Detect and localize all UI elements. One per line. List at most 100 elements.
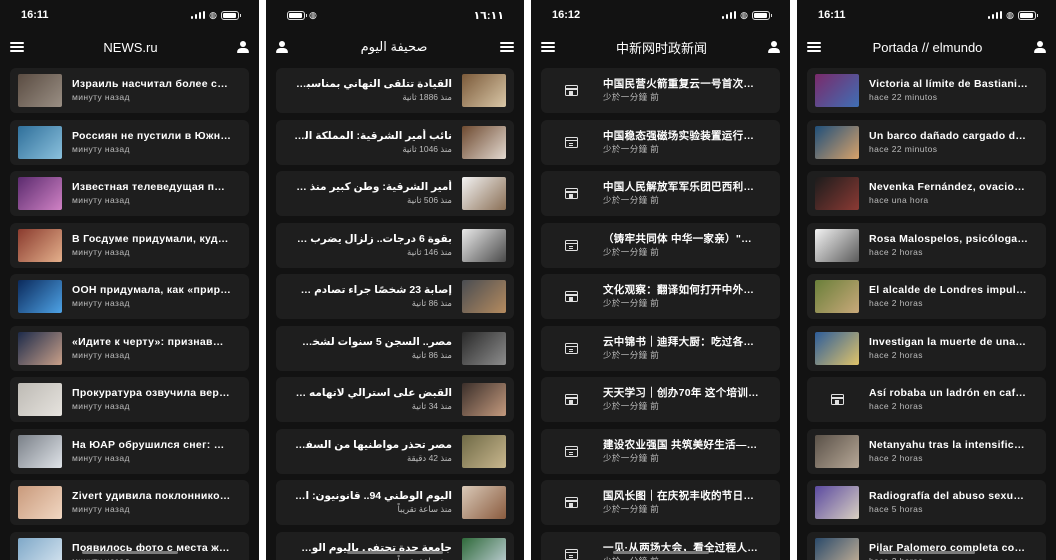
news-list-item[interactable]: В Госдуме придумали, куд… минуту назад [10,222,249,268]
news-list-item[interactable]: Rosa Malospelos, psicóloga:… hace 2 horas [807,222,1046,268]
news-headline: مصر.. السجن 5 سنوات لشخص عرض ا… [294,335,452,348]
home-indicator[interactable] [347,551,443,554]
news-list-item[interactable]: 国风长图｜在庆祝丰收的节日，… 少於一分鐘 前 [541,480,780,525]
news-list-item[interactable]: Pilar Palomero completa con…hace 2 horas [807,531,1046,560]
news-list-item[interactable]: «Идите к черту»: признав… минуту назад [10,325,249,371]
article-placeholder-icon [549,280,593,313]
article-placeholder-icon [549,229,593,262]
news-text: Россиян не пустили в Южн… минуту назад [62,129,241,156]
news-list-item[interactable]: На ЮАР обрушился снег: ф… минуту назад [10,428,249,474]
feed-title: NEWS.ru [103,39,158,55]
news-text: اليوم الوطني 94.. قانونيون: القضاء والع…… [284,489,462,516]
news-thumbnail [462,537,506,560]
news-list-item[interactable]: Nevenka Fernández, ovacion… hace una hora [807,171,1046,216]
account-icon[interactable] [1033,41,1046,53]
signal-icon [988,11,1003,19]
news-text: أمير الشرقية: وطن كبير منذ تأسيسه صنع… من… [284,180,462,207]
news-list-item[interactable]: 天天学习｜创办70年 这个培训班… 少於一分鐘 前 [541,377,780,422]
news-thumbnail [18,486,62,519]
news-time: hace 22 minutos [869,143,938,154]
news-text: 中国稳态强磁场实验装置运行逾6… 少於一分鐘 前 [593,129,772,156]
news-list-item[interactable]: مصر تحذر مواطنيها من السفر إلى "أرض…منذ … [276,428,514,474]
menu-icon[interactable] [541,42,555,52]
news-headline: В Госдуме придумали, куд… [72,232,229,245]
news-thumbnail [815,434,859,468]
news-list-item[interactable]: القيادة تتلقى التهاني بمناسبة اليوم الوط… [276,68,514,113]
news-list-item[interactable]: القبض على استرالي لاتهامه في جريمتي… منذ … [276,377,514,422]
menu-icon[interactable] [10,42,24,52]
news-time: минуту назад [72,195,130,205]
news-list-item[interactable]: Россиян не пустили в Южн… минуту назад [10,119,249,165]
menu-icon[interactable] [500,42,514,52]
news-headline: 天天学习｜创办70年 这个培训班… [603,387,762,399]
news-text: «Идите к черту»: признав… минуту назад [62,335,241,362]
news-list-item[interactable]: Radiografía del abuso sexua… hace 5 horas [807,480,1046,525]
news-headline: أمير الشرقية: وطن كبير منذ تأسيسه صنع… [294,181,452,193]
news-headline: 中国民营火箭重复云一号首次高空… [603,78,762,90]
news-list-item[interactable]: إصابة 23 شخصًا جراء تصادم حافلة وسـ… منذ … [276,274,514,319]
news-list-item[interactable]: أمير الشرقية: وطن كبير منذ تأسيسه صنع… من… [276,171,514,216]
account-icon[interactable] [236,41,249,53]
phone-newsru: 16:11 ◍ NEWS.ru Израиль насчитал более с… [0,0,259,560]
news-headline: Netanyahu tras la intensific… [869,438,1025,451]
news-list-item[interactable]: El alcalde de Londres impuls… hace 2 hora… [807,274,1046,319]
wifi-icon: ◍ [740,9,748,20]
news-time: hace 2 horas [869,555,1028,560]
news-list-item[interactable]: Появилось фото с места ж…минуту назад [10,531,249,560]
news-list-item[interactable]: نائب أمير الشرقية: المملكة الرقمية تنمية… [276,119,514,165]
news-time: минуту назад [72,92,130,102]
news-list-item[interactable]: 云中锦书｜迪拜大厨：吃过各种… 少於一分鐘 前 [541,325,780,371]
news-list-item[interactable]: Известная телеведущая по… минуту назад [10,171,249,216]
news-list-item[interactable]: Así robaba un ladrón en cafe… hace 2 hora… [807,377,1046,422]
news-list-item[interactable]: مصر.. السجن 5 سنوات لشخص عرض ا…منذ 86 ثا… [276,325,514,371]
news-list-item[interactable]: 中国人民解放军军乐团巴西利亚"… 少於一分鐘 前 [541,171,780,216]
news-list-item[interactable]: Netanyahu tras la intensific… hace 2 hora… [807,428,1046,474]
news-list-item[interactable]: Прокуратура озвучила вер… минуту назад [10,377,249,422]
account-icon[interactable] [276,41,288,53]
news-list-item[interactable]: 中国稳态强磁场实验装置运行逾6… 少於一分鐘 前 [541,119,780,165]
news-thumbnail [815,228,859,262]
news-list-item[interactable]: Израиль насчитал более со… минуту назад [10,68,249,113]
news-list-item[interactable]: 建设农业强国 共筑美好生活——… 少於一分鐘 前 [541,428,780,474]
news-list-item[interactable]: 文化观察：翻译如何打开中外文… 少於一分鐘 前 [541,274,780,319]
news-time: минуту назад [72,401,130,411]
news-list-item[interactable]: 中国民营火箭重复云一号首次高空… 少於一分鐘 前 [541,68,780,113]
news-time: hace 5 horas [869,504,923,514]
news-list-item[interactable]: جامعة جدة تحتفي باليوم الوطني 94 بمر…منذ… [276,531,514,560]
news-time: منذ 146 ثانية [407,246,452,257]
home-indicator[interactable] [81,551,178,554]
news-text: На ЮАР обрушился снег: ф… минуту назад [62,438,241,465]
news-list-item[interactable]: （铸牢共同体 中华一家亲）"铸… 少於一分鐘 前 [541,222,780,268]
news-headline: إصابة 23 شخصًا جراء تصادم حافلة وسـ… [294,284,452,296]
news-headline: 国风长图｜在庆祝丰收的节日，… [603,490,762,502]
home-indicator[interactable] [612,551,709,554]
account-icon[interactable] [767,41,780,53]
news-list-item[interactable]: ООН придумала, как «прир… минуту назад [10,274,249,319]
home-indicator[interactable] [878,551,975,554]
news-list-item[interactable]: بقوة 6 درجات.. زلزال يضرب غرب الأرجنتينم… [276,222,514,268]
newspaper-icon [564,85,578,96]
menu-icon[interactable] [807,42,821,52]
news-text: Nevenka Fernández, ovacion… hace una hora [859,180,1038,207]
news-text: Rosa Malospelos, psicóloga:… hace 2 horas [859,232,1038,259]
news-text: Así robaba un ladrón en cafe… hace 2 hora… [859,386,1038,413]
news-list-item[interactable]: Investigan la muerte de una … hace 2 hora… [807,325,1046,371]
news-list-item[interactable]: Un barco dañado cargado d… hace 22 minuto… [807,119,1046,165]
news-list-item[interactable]: Zivert удивила поклоннико… минуту назад [10,480,249,525]
news-headline: ООН придумала, как «прир… [72,284,231,296]
phone-chinanews: 16:12 ◍ 中新网时政新闻 中国民营火箭重复云一号首次高空… 少於一分鐘 前中… [531,0,790,560]
news-list-item[interactable]: اليوم الوطني 94.. قانونيون: القضاء والع…… [276,480,514,525]
news-list-item[interactable]: Victoria al límite de Bastiani… hace 22 m… [807,68,1046,113]
news-text: Израиль насчитал более со… минуту назад [62,77,241,104]
news-time: 少於一分鐘 前 [603,143,660,154]
news-text: نائب أمير الشرقية: المملكة الرقمية تنمية… [284,129,462,156]
news-time: 少於一分鐘 前 [603,246,660,257]
news-thumbnail [815,331,859,365]
news-text: 建设农业强国 共筑美好生活——… 少於一分鐘 前 [593,438,772,465]
status-time: 16:11 [818,9,846,21]
news-thumbnail [462,486,506,519]
battery-icon [221,10,241,20]
news-time: منذ 86 ثانية [411,349,452,360]
news-list-item[interactable]: 一见·从两场大会，看全过程人民…少於一分鐘 前 [541,531,780,560]
news-thumbnail [18,434,62,468]
